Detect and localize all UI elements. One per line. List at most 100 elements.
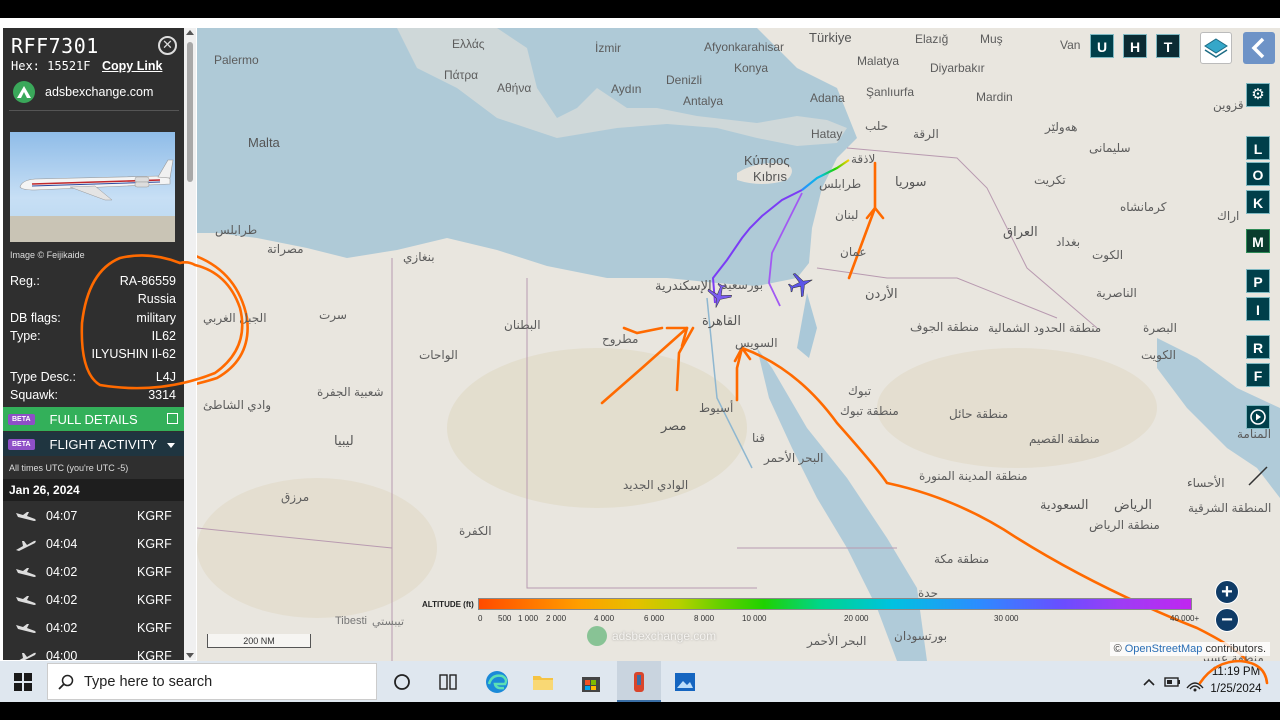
measure-icon[interactable] <box>1246 464 1270 488</box>
toolbar-button-t[interactable]: T <box>1156 34 1180 58</box>
map-place-label: Malta <box>248 135 280 150</box>
activity-time: 04:04 <box>46 537 78 551</box>
scroll-up-icon[interactable] <box>186 30 194 35</box>
task-view-icon[interactable] <box>435 669 461 695</box>
scroll-thumb[interactable] <box>187 42 193 182</box>
activity-airport: KGRF <box>137 509 172 523</box>
divider <box>9 110 179 111</box>
edge-browser-icon[interactable] <box>484 669 510 695</box>
toolbar-button-h[interactable]: H <box>1123 34 1147 58</box>
brand-link[interactable]: adsbexchange.com <box>13 81 153 103</box>
type-desc-label: Type Desc.: <box>10 370 76 384</box>
aircraft-photo[interactable] <box>10 132 175 242</box>
layers-button[interactable] <box>1200 32 1232 64</box>
toolbar-button-i[interactable]: I <box>1246 297 1270 321</box>
map-place-label: المنطقة الشرقية <box>1188 501 1272 515</box>
close-icon[interactable]: ✕ <box>158 36 177 55</box>
windows-start-icon[interactable] <box>14 673 32 691</box>
collapse-panel-button[interactable] <box>1243 32 1275 64</box>
map-place-label: قزوين <box>1213 98 1244 112</box>
screen-frame: RFF7301 ✕ Hex: 15521F Copy Link adsbexch… <box>0 0 1280 720</box>
toolbar-button-l[interactable]: L <box>1246 136 1270 160</box>
recorder-app-icon[interactable] <box>626 669 652 695</box>
map-place-label: تيبستي <box>372 616 405 628</box>
map-watermark: adsbexchange.com <box>587 626 716 646</box>
taskbar-search-input[interactable]: Type here to search <box>47 663 377 700</box>
map-place-label: Πάτρα <box>444 68 479 82</box>
map-place-label: منطقة حائل <box>949 407 1009 421</box>
activity-row[interactable]: 04:02 KGRF <box>3 614 184 641</box>
activity-row[interactable]: 04:04 KGRF <box>3 530 184 557</box>
map-place-label: وادي الشاطئ <box>203 398 272 412</box>
map-place-label: سليمانی <box>1089 141 1131 155</box>
map-place-label: Aydın <box>611 82 642 96</box>
file-explorer-icon[interactable] <box>530 669 556 695</box>
map-place-label: القاهرة <box>702 313 741 328</box>
map-place-label: Αθήνα <box>497 81 532 95</box>
scale-bar: 200 NM <box>207 634 311 648</box>
map-place-label: السويس <box>735 336 778 350</box>
activity-row[interactable]: 04:00 KGRF <box>3 642 184 660</box>
chevron-left-icon <box>1251 37 1265 59</box>
toolbar-button-o[interactable]: O <box>1246 162 1270 186</box>
altitude-tick: 8 000 <box>694 614 715 623</box>
copy-link[interactable]: Copy Link <box>102 59 162 73</box>
flight-activity-button[interactable]: BETA FLIGHT ACTIVITY <box>3 432 184 456</box>
takeoff-plane-icon <box>15 538 37 551</box>
openstreetmap-link[interactable]: OpenStreetMap <box>1125 643 1203 655</box>
altitude-tick: 6 000 <box>644 614 665 623</box>
toolbar-button-m[interactable]: M <box>1246 229 1270 253</box>
map-place-label: لبنان <box>835 208 859 222</box>
map-attribution: © OpenStreetMap contributors. <box>1109 642 1270 656</box>
map-place-label: أسيوط <box>699 401 734 415</box>
altitude-label: ALTITUDE (ft) <box>422 600 474 609</box>
altitude-tick: 500 <box>498 614 512 623</box>
map-place-label: حلب <box>865 119 889 133</box>
map-place-label: Tibesti <box>335 615 367 627</box>
sidebar-scrollbar[interactable] <box>184 28 196 660</box>
photos-app-icon[interactable] <box>672 669 698 695</box>
cortana-icon[interactable] <box>389 669 415 695</box>
clock-time[interactable]: 11:19 PM <box>1205 666 1267 678</box>
map-place-label: Malatya <box>857 54 900 68</box>
toolbar-button-p[interactable]: P <box>1246 269 1270 293</box>
settings-button[interactable]: ⚙ <box>1246 83 1270 107</box>
map-place-label: مرزق <box>281 490 310 504</box>
map-place-label: Adana <box>810 91 845 105</box>
map-place-label: قنا <box>752 431 766 445</box>
map-place-label: Muş <box>980 32 1003 46</box>
map-place-label: Elazığ <box>915 32 949 46</box>
map-place-label: تكريت <box>1034 173 1066 187</box>
hex-value: 15521F <box>47 59 91 73</box>
toolbar-button-u[interactable]: U <box>1090 34 1114 58</box>
activity-airport: KGRF <box>137 621 172 635</box>
windows-taskbar: Type here to search 11:19 PM 1/25/2024 <box>0 659 1280 702</box>
map-place-label: السعودية <box>1040 497 1089 512</box>
activity-row[interactable]: 04:02 KGRF <box>3 558 184 585</box>
activity-airport: KGRF <box>137 649 172 660</box>
full-details-button[interactable]: BETA FULL DETAILS <box>3 407 184 431</box>
zoom-in-button[interactable]: + <box>1215 580 1239 604</box>
altitude-tick: 0 <box>478 614 483 623</box>
map-place-label: الكفرة <box>459 524 492 538</box>
toolbar-button-k[interactable]: K <box>1246 190 1270 214</box>
landing-plane-icon <box>15 622 37 634</box>
activity-row[interactable]: 04:07 KGRF <box>3 502 184 529</box>
clock-date[interactable]: 1/25/2024 <box>1205 683 1267 695</box>
activity-row[interactable]: 04:02 KGRF <box>3 586 184 613</box>
scroll-down-icon[interactable] <box>186 653 194 658</box>
full-details-label: FULL DETAILS <box>49 411 138 427</box>
map-place-label: الأردن <box>865 286 898 301</box>
map-place-label: طرابلس <box>215 223 258 237</box>
toolbar-button-f[interactable]: F <box>1246 363 1270 387</box>
toolbar-button-r[interactable]: R <box>1246 335 1270 359</box>
replay-button[interactable] <box>1246 405 1270 429</box>
map-place-label: Diyarbakır <box>930 61 985 75</box>
aircraft-info-panel: RFF7301 ✕ Hex: 15521F Copy Link adsbexch… <box>3 28 196 660</box>
zoom-out-button[interactable]: − <box>1215 608 1239 632</box>
layers-icon <box>1204 38 1228 58</box>
store-icon[interactable] <box>578 669 604 695</box>
map-place-label: اراك <box>1217 209 1240 223</box>
map-place-label: لاذقة <box>851 152 876 166</box>
map-canvas[interactable]: Palermo Malta Ελλάς Πάτρα Αθήνα İzmir Afyonkar… <box>197 28 1280 661</box>
